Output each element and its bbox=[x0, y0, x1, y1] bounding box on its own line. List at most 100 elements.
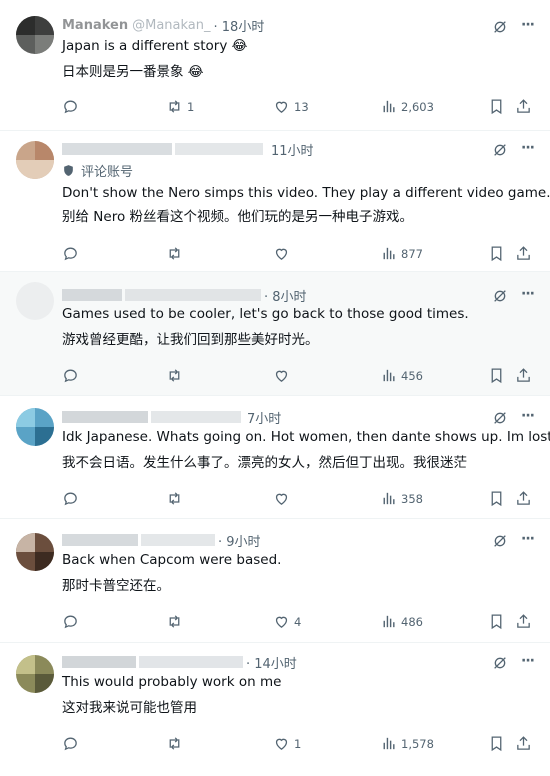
share-icon bbox=[517, 368, 530, 382]
grok-icon[interactable] bbox=[492, 19, 508, 35]
more-icon[interactable]: ··· bbox=[521, 653, 535, 669]
share-button[interactable] bbox=[515, 735, 532, 752]
avatar[interactable] bbox=[16, 16, 54, 54]
tweet-header: Manaken @Manakan_ · 18小时 bbox=[62, 16, 265, 35]
reply-button[interactable] bbox=[62, 98, 83, 115]
like-button[interactable] bbox=[273, 245, 294, 262]
handle[interactable]: @Manakan_ bbox=[132, 18, 210, 33]
share-button[interactable] bbox=[515, 490, 532, 507]
views-icon bbox=[383, 615, 395, 628]
grok-icon[interactable] bbox=[492, 142, 508, 158]
views-button[interactable]: 877 bbox=[380, 245, 423, 262]
like-button[interactable]: 4 bbox=[273, 613, 301, 630]
avatar[interactable] bbox=[16, 282, 54, 320]
view-count: 358 bbox=[401, 491, 423, 506]
repost-button[interactable] bbox=[166, 735, 187, 752]
grok-icon[interactable] bbox=[492, 410, 508, 426]
handle[interactable] bbox=[175, 143, 263, 155]
tweet[interactable]: 7小时 ··· Idk Japanese. Whats going on. Ho… bbox=[0, 396, 550, 519]
reply-button[interactable] bbox=[62, 735, 83, 752]
tweet-actions: 1 13 2,603 bbox=[62, 98, 536, 118]
share-button[interactable] bbox=[515, 613, 532, 630]
avatar[interactable] bbox=[16, 408, 54, 446]
share-icon bbox=[517, 614, 530, 628]
view-count: 456 bbox=[401, 368, 423, 383]
share-button[interactable] bbox=[515, 367, 532, 384]
like-count: 1 bbox=[294, 736, 302, 751]
like-icon bbox=[275, 370, 288, 382]
view-count: 486 bbox=[401, 614, 423, 629]
grok-icon[interactable] bbox=[492, 533, 508, 549]
share-button[interactable] bbox=[515, 98, 532, 115]
more-icon[interactable]: ··· bbox=[521, 531, 535, 547]
display-name[interactable] bbox=[62, 656, 136, 668]
views-button[interactable]: 486 bbox=[380, 613, 423, 630]
tweet-translation: 那时卡普空还在。 bbox=[62, 578, 170, 594]
more-icon[interactable]: ··· bbox=[521, 17, 535, 33]
timestamp[interactable]: · 8小时 bbox=[264, 286, 307, 305]
tweet[interactable]: · 9小时 ··· Back when Capcom were based. 那… bbox=[0, 519, 550, 643]
tweet-text: Japan is a different story 😂 bbox=[62, 38, 248, 54]
display-name[interactable]: Manaken bbox=[62, 18, 128, 33]
handle[interactable] bbox=[151, 411, 241, 423]
display-name[interactable] bbox=[62, 143, 172, 155]
handle[interactable] bbox=[125, 289, 261, 301]
tweet[interactable]: 11小时 评论账号 ··· Don't show the Nero simps … bbox=[0, 131, 550, 272]
tweet[interactable]: · 14小时 ··· This would probably work on m… bbox=[0, 643, 550, 776]
bookmark-button[interactable] bbox=[488, 245, 505, 262]
bookmark-button[interactable] bbox=[488, 735, 505, 752]
bookmark-button[interactable] bbox=[488, 490, 505, 507]
repost-button[interactable] bbox=[166, 613, 187, 630]
like-button[interactable]: 13 bbox=[273, 98, 309, 115]
repost-button[interactable] bbox=[166, 367, 187, 384]
bookmark-button[interactable] bbox=[488, 367, 505, 384]
repost-button[interactable]: 1 bbox=[166, 98, 194, 115]
display-name[interactable] bbox=[62, 289, 122, 301]
tweet[interactable]: Manaken @Manakan_ · 18小时 ··· Japan is a … bbox=[0, 0, 550, 131]
share-icon bbox=[517, 246, 530, 260]
reply-button[interactable] bbox=[62, 245, 83, 262]
grok-icon[interactable] bbox=[492, 288, 508, 304]
repost-button[interactable] bbox=[166, 490, 187, 507]
timestamp[interactable]: 11小时 bbox=[271, 140, 314, 159]
view-count: 1,578 bbox=[401, 736, 434, 751]
more-icon[interactable]: ··· bbox=[521, 140, 535, 156]
views-button[interactable]: 1,578 bbox=[380, 735, 434, 752]
timestamp[interactable]: · 14小时 bbox=[246, 653, 297, 672]
reply-button[interactable] bbox=[62, 613, 83, 630]
views-button[interactable]: 358 bbox=[380, 490, 423, 507]
retweet-icon bbox=[169, 737, 180, 750]
avatar[interactable] bbox=[16, 655, 54, 693]
views-icon bbox=[383, 100, 395, 113]
like-button[interactable] bbox=[273, 490, 294, 507]
timestamp[interactable]: · 18小时 bbox=[214, 16, 265, 35]
display-name[interactable] bbox=[62, 411, 148, 423]
more-icon[interactable]: ··· bbox=[521, 286, 535, 302]
views-button[interactable]: 456 bbox=[380, 367, 423, 384]
bookmark-icon bbox=[491, 491, 502, 507]
reply-icon bbox=[64, 615, 77, 629]
repost-button[interactable] bbox=[166, 245, 187, 262]
timestamp[interactable]: · 9小时 bbox=[218, 531, 261, 550]
bookmark-button[interactable] bbox=[488, 613, 505, 630]
share-button[interactable] bbox=[515, 245, 532, 262]
tweet-text: This would probably work on me bbox=[62, 674, 282, 690]
reply-button[interactable] bbox=[62, 490, 83, 507]
like-button[interactable]: 1 bbox=[273, 735, 301, 752]
handle[interactable] bbox=[141, 534, 215, 546]
more-icon[interactable]: ··· bbox=[521, 408, 535, 424]
handle[interactable] bbox=[139, 656, 243, 668]
grok-icon[interactable] bbox=[492, 655, 508, 671]
timestamp[interactable]: 7小时 bbox=[247, 408, 281, 427]
tweet-header: 11小时 bbox=[62, 140, 314, 159]
views-button[interactable]: 2,603 bbox=[380, 98, 434, 115]
like-button[interactable] bbox=[273, 367, 294, 384]
bookmark-button[interactable] bbox=[488, 98, 505, 115]
tweet[interactable]: · 8小时 ··· Games used to be cooler, let's… bbox=[0, 272, 550, 396]
views-icon bbox=[383, 492, 395, 505]
reply-button[interactable] bbox=[62, 367, 83, 384]
avatar[interactable] bbox=[16, 533, 54, 571]
display-name[interactable] bbox=[62, 534, 138, 546]
avatar[interactable] bbox=[16, 141, 54, 179]
views-icon bbox=[383, 247, 395, 260]
